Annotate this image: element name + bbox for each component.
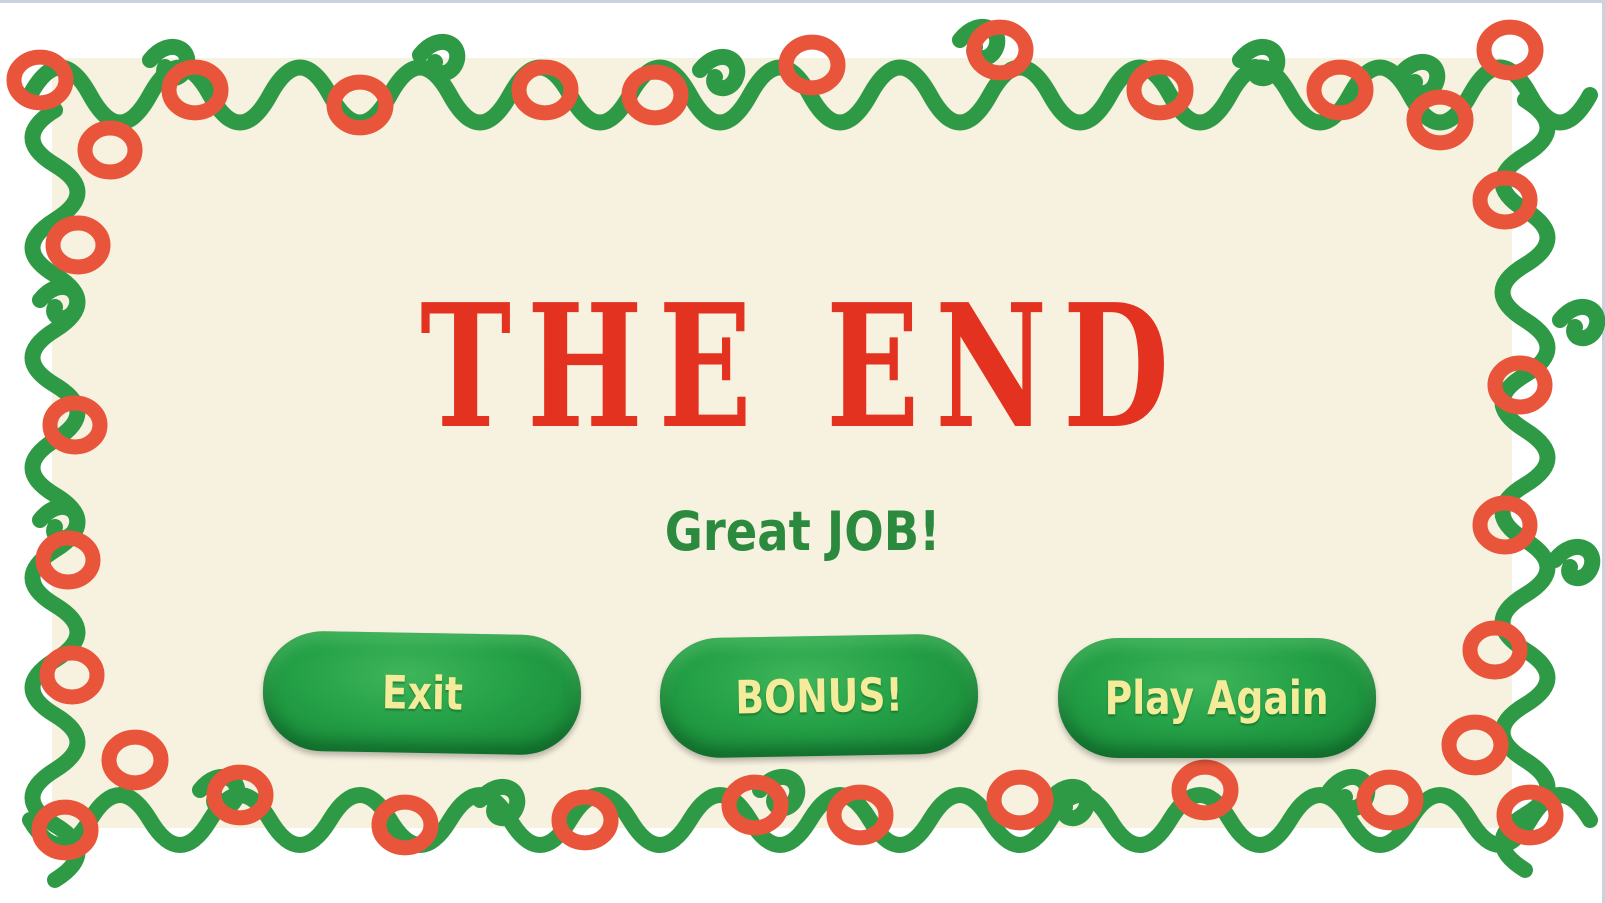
clay-ring	[45, 215, 111, 275]
clay-vine	[1547, 538, 1601, 587]
end-title: THE END	[420, 267, 1185, 467]
clay-vine	[32, 278, 86, 327]
end-screen: THE END Great JOB! Exit BONUS! Play Agai…	[0, 0, 1605, 903]
great-job-subtitle: Great JOB!	[664, 500, 941, 563]
clay-ring	[986, 769, 1054, 831]
clay-ring	[101, 729, 169, 791]
bonus-button-label: BONUS!	[734, 667, 904, 725]
clay-ring	[1462, 620, 1528, 680]
exit-button[interactable]: Exit	[261, 630, 583, 756]
clay-ring	[1476, 19, 1544, 81]
clay-vine	[472, 778, 526, 827]
exit-button-label: Exit	[380, 665, 463, 721]
clay-ring	[1441, 714, 1509, 776]
clay-ring	[77, 120, 143, 180]
clay-vine	[692, 48, 746, 97]
clay-vine	[1552, 298, 1605, 347]
clay-ring	[35, 530, 101, 590]
play-again-button[interactable]: Play Again	[1058, 638, 1376, 758]
bonus-button[interactable]: BONUS!	[658, 633, 980, 759]
play-again-button-label: Play Again	[1104, 671, 1330, 725]
clay-ring	[39, 645, 105, 705]
